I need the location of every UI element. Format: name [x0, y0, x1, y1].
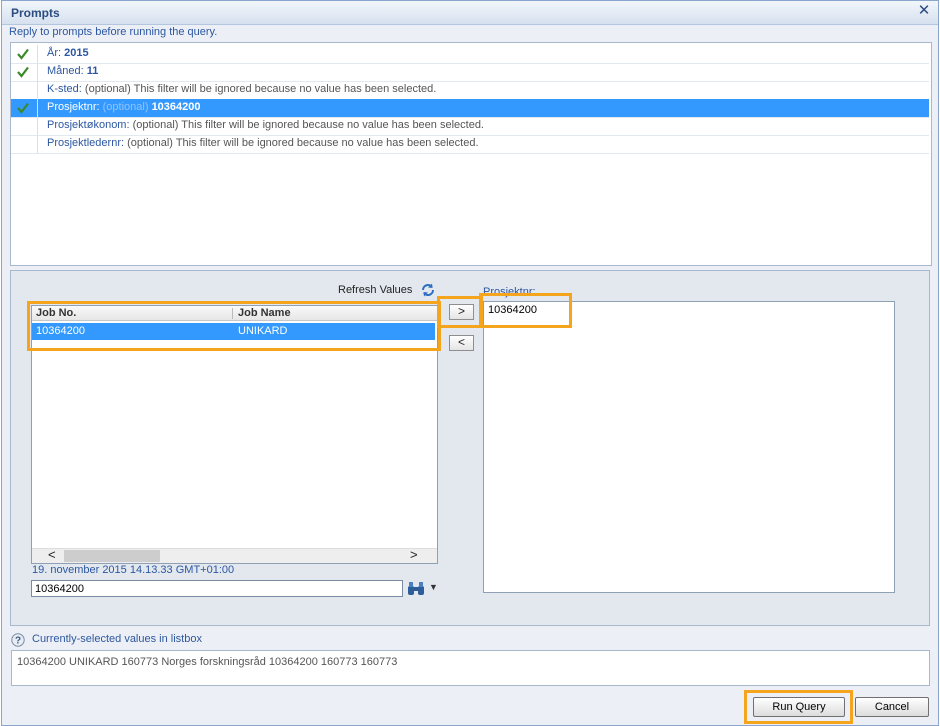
prompt-name: Måned:: [47, 65, 84, 77]
prompt-row-ar[interactable]: År: 2015: [11, 45, 929, 64]
lov-header: Job No. Job Name: [32, 306, 437, 321]
remove-value-button[interactable]: <: [449, 335, 474, 351]
scrollbar-thumb[interactable]: [64, 550, 160, 562]
list-item[interactable]: 10364200 UNIKARD: [32, 323, 435, 340]
close-icon[interactable]: ✕: [916, 3, 932, 19]
run-query-button[interactable]: Run Query: [753, 697, 845, 717]
title-bar: Prompts ✕: [2, 1, 938, 25]
prompt-optional-note: (optional) This filter will be ignored b…: [84, 83, 437, 95]
scroll-right-icon[interactable]: >: [410, 547, 418, 562]
add-value-button[interactable]: >: [449, 304, 474, 320]
prompt-name: År:: [47, 47, 62, 59]
prompt-name: Prosjektnr:: [47, 101, 100, 113]
binoculars-icon[interactable]: [407, 581, 425, 596]
prompt-row-ksted[interactable]: K-sted: (optional) This filter will be i…: [11, 81, 929, 100]
selected-value-item[interactable]: 10364200: [488, 304, 537, 316]
prompt-name: Prosjektledernr:: [47, 137, 125, 149]
refresh-icon[interactable]: [420, 282, 436, 298]
job-no-cell: 10364200: [36, 325, 85, 337]
prompt-optional-note: (optional) This filter will be ignored b…: [127, 137, 479, 149]
prompt-row-prosjektnr[interactable]: Prosjektnr: (optional) 10364200: [11, 99, 929, 118]
dialog-title: Prompts: [11, 6, 60, 20]
refresh-timestamp: 19. november 2015 14.13.33 GMT+01:00: [32, 564, 235, 576]
help-icon: ?: [11, 633, 25, 647]
job-name-cell: UNIKARD: [238, 325, 288, 337]
selected-values-list[interactable]: [483, 301, 895, 593]
prompt-name: K-sted:: [47, 83, 82, 95]
check-icon: [17, 48, 29, 60]
scroll-left-icon[interactable]: <: [48, 547, 56, 562]
prompt-value: 10364200: [151, 101, 201, 113]
prompt-name: Prosjektøkonom:: [47, 119, 130, 131]
prompt-optional-note: (optional): [102, 101, 149, 113]
instruction-text: Reply to prompts before running the quer…: [9, 26, 218, 38]
search-input[interactable]: [31, 580, 403, 597]
prompt-row-prosjektledernr[interactable]: Prosjektledernr: (optional) This filter …: [11, 135, 929, 154]
column-header-job-name[interactable]: Job Name: [238, 307, 291, 319]
cancel-button[interactable]: Cancel: [855, 697, 929, 717]
check-icon: [17, 102, 29, 114]
horizontal-scrollbar[interactable]: < >: [32, 547, 437, 563]
prompt-optional-note: (optional) This filter will be ignored b…: [132, 119, 484, 131]
search-options-dropdown-icon[interactable]: ▼: [429, 582, 438, 592]
refresh-values-link[interactable]: Refresh Values: [338, 284, 412, 296]
prompt-value: 2015: [64, 47, 89, 59]
prompt-row-maned[interactable]: Måned: 11: [11, 63, 929, 82]
list-of-values: Job No. Job Name 10364200 UNIKARD < >: [31, 305, 438, 564]
column-header-job-no[interactable]: Job No.: [36, 307, 76, 319]
prompt-list: År: 2015 Måned: 11 K-sted: (optional) Th…: [10, 42, 932, 266]
selected-values-label: Prosjektnr:: [483, 286, 536, 298]
check-icon: [17, 66, 29, 78]
prompt-value: 11: [86, 65, 99, 77]
help-text: Currently-selected values in listbox: [32, 633, 202, 645]
prompt-row-prosjektokonom[interactable]: Prosjektøkonom: (optional) This filter w…: [11, 117, 929, 136]
svg-text:?: ?: [15, 636, 21, 647]
current-values-box: 10364200 UNIKARD 160773 Norges forskning…: [11, 650, 930, 686]
